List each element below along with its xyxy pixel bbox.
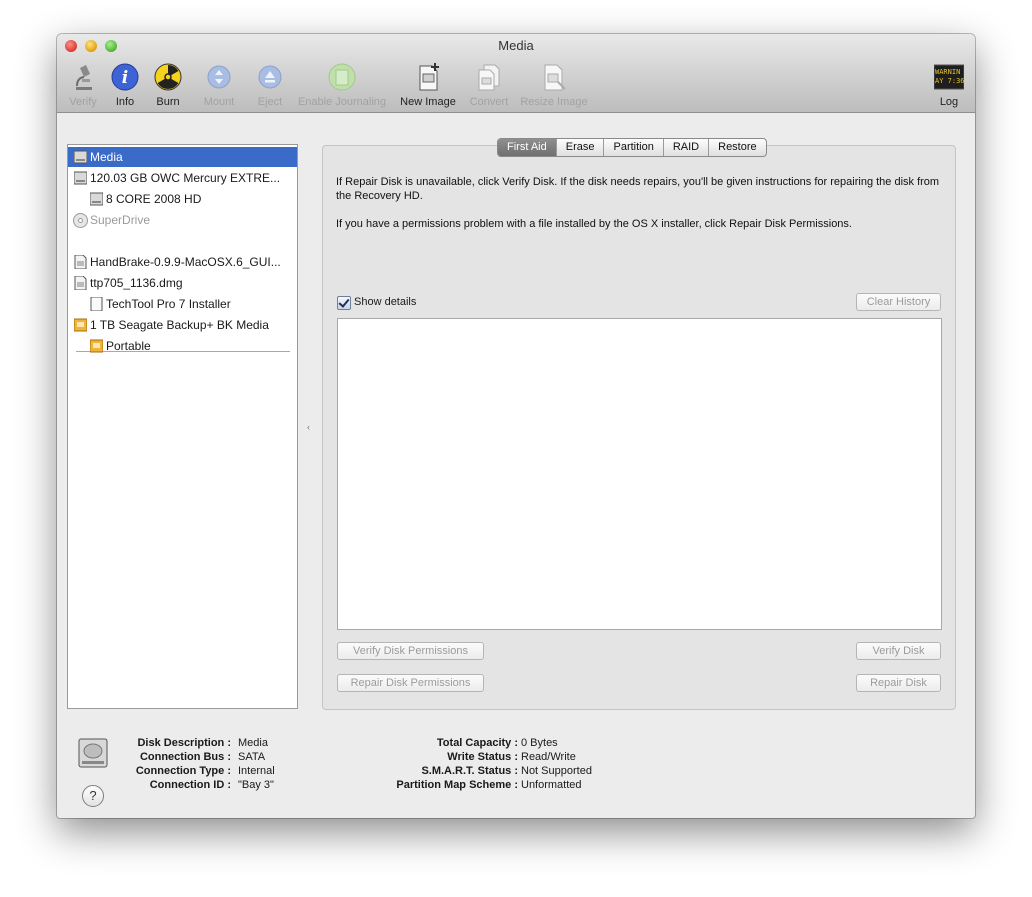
resize-image-button[interactable]: Resize Image [518,62,590,108]
convert-label: Convert [469,96,509,108]
smart-status-label: S.M.A.R.T. Status : [421,765,518,777]
sidebar-item-8-core-hd[interactable]: 8 CORE 2008 HD [68,189,297,209]
disk-drive-icon [74,150,87,164]
sidebar-item-label: 120.03 GB OWC Mercury EXTRE... [90,171,281,185]
total-capacity-label: Total Capacity : [436,737,518,749]
write-status-label: Write Status : [447,751,518,763]
partition-map-scheme-value: Unformatted [521,779,582,791]
new-image-button[interactable]: New Image [398,62,458,108]
disk-utility-window: Media Verify i Info Burn Mount Eject Ena… [57,34,975,818]
volume-icon [90,297,103,311]
sidebar-item-portable[interactable]: Portable [68,336,297,356]
window-title: Media [498,38,534,53]
clear-history-button[interactable]: Clear History [856,293,941,311]
volume-icon [90,192,103,206]
disk-image-icon [74,276,87,290]
burn-button[interactable]: Burn [152,62,184,108]
sidebar-item-superdrive[interactable]: SuperDrive [68,210,297,230]
tab-erase[interactable]: Erase [557,139,605,156]
write-status-value: Read/Write [521,751,576,763]
tab-raid[interactable]: RAID [664,139,710,156]
sidebar-item-label: 1 TB Seagate Backup+ BK Media [90,318,269,332]
eject-icon [258,65,282,89]
info-button[interactable]: i Info [110,62,140,108]
journal-icon [328,63,356,91]
svg-text:i: i [122,68,128,88]
resize-image-icon [544,64,566,91]
sidebar-item-label: Portable [106,339,151,353]
sidebar-item-owc-drive[interactable]: 120.03 GB OWC Mercury EXTRE... [68,168,297,188]
sidebar-item-label: SuperDrive [90,213,151,227]
svg-text:WARNIN: WARNIN [935,68,960,76]
mount-button[interactable]: Mount [200,62,238,108]
eject-button[interactable]: Eject [254,62,286,108]
sidebar-item-label: Media [90,150,123,164]
tab-bar: First Aid Erase Partition RAID Restore [497,138,767,157]
log-console-icon: WARNIN AY 7:36 [934,64,964,90]
new-image-icon [419,63,439,91]
verify-button[interactable]: Verify [66,62,100,108]
verify-disk-permissions-button[interactable]: Verify Disk Permissions [337,642,484,660]
show-details-checkbox[interactable] [337,296,351,310]
show-details-label: Show details [354,296,417,308]
sidebar-item-handbrake-dmg[interactable]: HandBrake-0.9.9-MacOSX.6_GUI... [68,252,297,272]
sidebar-item-label: HandBrake-0.9.9-MacOSX.6_GUI... [90,255,281,269]
burn-label: Burn [156,96,180,108]
burn-icon [154,63,182,91]
svg-text:AY 7:36: AY 7:36 [935,77,964,85]
sidebar-item-media[interactable]: Media [68,147,297,167]
sidebar-item-label: ttp705_1136.dmg [90,276,183,290]
info-label: Info [115,96,135,108]
disk-image-icon [74,255,87,269]
tab-first-aid[interactable]: First Aid [498,139,557,156]
tab-partition[interactable]: Partition [604,139,664,156]
sidebar-item-label: TechTool Pro 7 Installer [106,297,231,311]
first-aid-log[interactable] [337,318,942,630]
microscope-icon [76,65,92,90]
disk-drive-icon [74,171,87,185]
convert-icon [478,64,500,91]
partition-map-scheme-label: Partition Map Scheme : [396,779,518,791]
repair-disk-instructions: If Repair Disk is unavailable, click Ver… [336,176,940,202]
total-capacity-value: 0 Bytes [521,737,558,749]
mount-icon [207,65,231,89]
disk-list-sidebar[interactable]: Media 120.03 GB OWC Mercury EXTRE... 8 C… [67,144,298,709]
repair-disk-button[interactable]: Repair Disk [856,674,941,692]
sidebar-item-seagate-backup[interactable]: 1 TB Seagate Backup+ BK Media [68,315,297,335]
external-drive-icon [90,339,103,353]
sidebar-item-techtool-installer[interactable]: TechTool Pro 7 Installer [68,294,297,314]
convert-button[interactable]: Convert [466,62,512,108]
eject-label: Eject [257,96,283,108]
toolbar: Media Verify i Info Burn Mount Eject Ena… [57,34,975,113]
resize-image-label: Resize Image [520,96,588,108]
optical-disc-icon [73,213,88,228]
log-label: Log [939,96,959,108]
disk-info-right: Total Capacity :0 Bytes Write Status : Re… [57,736,757,792]
new-image-label: New Image [400,96,456,108]
repair-disk-permissions-button[interactable]: Repair Disk Permissions [337,674,484,692]
verify-disk-button[interactable]: Verify Disk [856,642,941,660]
enable-journaling-button[interactable]: Enable Journaling [295,62,389,108]
help-button[interactable]: ? [82,785,104,807]
log-button[interactable]: WARNIN AY 7:36 Log [933,62,965,108]
info-icon: i [111,63,139,91]
enable-journaling-label: Enable Journaling [297,96,387,108]
permissions-instructions: If you have a permissions problem with a… [336,218,852,230]
smart-status-value: Not Supported [521,765,592,777]
verify-label: Verify [69,96,97,108]
tab-restore[interactable]: Restore [709,139,766,156]
sidebar-item-ttp705-dmg[interactable]: ttp705_1136.dmg [68,273,297,293]
mount-label: Mount [203,96,235,108]
split-view-handle[interactable]: ‹ [307,422,310,432]
external-drive-icon [74,318,87,332]
sidebar-item-label: 8 CORE 2008 HD [106,192,202,206]
